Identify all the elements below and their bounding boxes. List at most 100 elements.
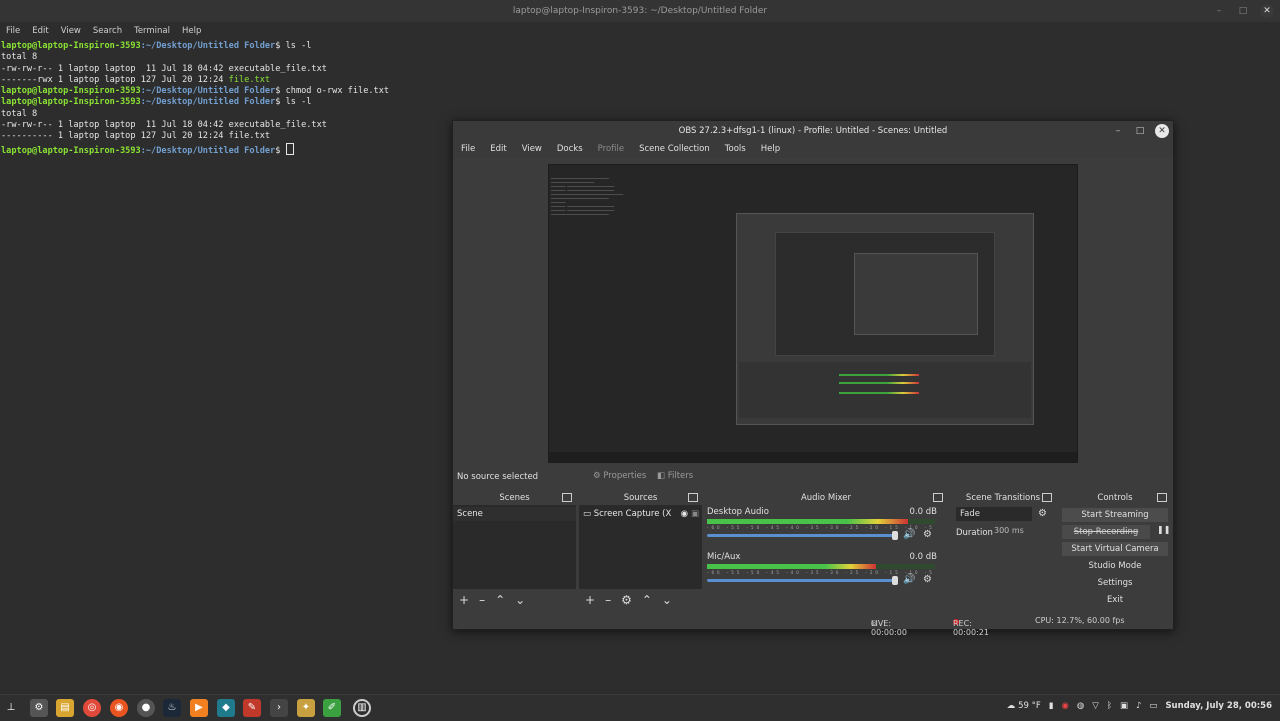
gear-icon: ⚙ [593, 471, 601, 481]
speaker-icon[interactable]: 🔊 [903, 529, 915, 540]
system-tray: ☁ 59 °F ▮ ◉ ◍ ▽ ᛒ ▣ ♪ ▭ Sunday, July 28,… [1007, 701, 1272, 711]
obs-menu-help[interactable]: Help [753, 141, 787, 158]
settings-app-icon[interactable]: ⚙ [30, 699, 48, 717]
preview-canvas[interactable]: ──────────────────────────────── ───────… [548, 164, 1078, 463]
volume-slider[interactable] [707, 531, 898, 540]
battery-icon[interactable]: ▭ [1149, 701, 1157, 711]
obs-menu-profile[interactable]: Profile [590, 141, 631, 158]
mixer-header: Audio Mixer [800, 493, 852, 503]
undock-icon[interactable] [933, 493, 943, 502]
exit-button[interactable]: Exit [1062, 593, 1168, 607]
menu-terminal[interactable]: Terminal [128, 22, 176, 40]
files-icon[interactable]: ▤ [56, 699, 74, 717]
mixer-channel-mic: Mic/Aux 0.0 dB -60 -55 -50 -45 -40 -35 -… [707, 552, 937, 585]
no-source-label: No source selected [457, 472, 539, 482]
shield-icon[interactable]: ▽ [1092, 701, 1099, 711]
undock-icon[interactable] [688, 493, 698, 502]
tool-icon[interactable]: ✦ [297, 699, 315, 717]
close-icon[interactable]: ✕ [1155, 124, 1169, 138]
trash-icon[interactable]: ▮ [1049, 701, 1054, 711]
nested-docks [739, 362, 1031, 418]
volume-icon[interactable]: ♪ [1136, 701, 1141, 711]
weather-widget[interactable]: ☁ 59 °F [1007, 701, 1041, 711]
properties-button[interactable]: ⚙ Properties [593, 471, 646, 481]
obs-menu-file[interactable]: File [453, 141, 482, 158]
code-icon[interactable]: ◆ [217, 699, 235, 717]
source-toolbar: No source selected ⚙ Properties ◧ Filter… [453, 468, 1173, 488]
gear-icon[interactable]: ⚙ [923, 529, 932, 540]
obs-menu-edit[interactable]: Edit [482, 141, 513, 158]
gear-icon[interactable]: ⚙ [621, 593, 632, 607]
gear-icon[interactable]: ⚙ [1038, 508, 1047, 519]
obs-menu-view[interactable]: View [514, 141, 549, 158]
eye-icon[interactable]: ◉ [681, 507, 688, 521]
bluetooth-icon[interactable]: ᛒ [1107, 701, 1112, 711]
obs-menu-tools[interactable]: Tools [717, 141, 753, 158]
menu-file[interactable]: File [0, 22, 26, 40]
move-down-icon[interactable]: ⌄ [515, 593, 525, 607]
duration-input[interactable]: 300 ms [994, 524, 1044, 538]
obs-menu-scene-collection[interactable]: Scene Collection [631, 141, 717, 158]
maximize-icon[interactable]: □ [1236, 4, 1250, 18]
menu-icon[interactable]: ⊥ [2, 699, 20, 717]
move-down-icon[interactable]: ⌄ [662, 593, 672, 607]
media-player-icon[interactable]: ▶ [190, 699, 208, 717]
speaker-icon[interactable]: 🔊 [903, 574, 915, 585]
studio-mode-button[interactable]: Studio Mode [1062, 559, 1168, 573]
undock-icon[interactable] [562, 493, 572, 502]
transitions-header: Scene Transitions [965, 493, 1041, 503]
start-streaming-button[interactable]: Start Streaming [1062, 508, 1168, 522]
undock-icon[interactable] [1157, 493, 1167, 502]
minimize-icon[interactable]: – [1111, 124, 1125, 138]
lock-icon[interactable]: ▣ [691, 507, 699, 521]
channel-name: Desktop Audio [707, 507, 769, 517]
minimize-icon[interactable]: – [1212, 4, 1226, 18]
mixer-channel-desktop: Desktop Audio 0.0 dB -60 -55 -50 -45 -40… [707, 507, 937, 540]
undock-icon[interactable] [1042, 493, 1052, 502]
preview-taskbar [549, 452, 1077, 462]
menu-view[interactable]: View [55, 22, 87, 40]
obs-menu-bar: File Edit View Docks Profile Scene Colle… [453, 141, 1173, 158]
transition-select[interactable]: Fade [956, 507, 1032, 521]
maximize-icon[interactable]: □ [1133, 124, 1147, 138]
add-icon[interactable]: + [585, 593, 595, 607]
channel-db: 0.0 dB [909, 552, 937, 562]
gear-icon[interactable]: ⚙ [923, 574, 932, 585]
start-virtual-camera-button[interactable]: Start Virtual Camera [1062, 542, 1168, 556]
chrome-icon[interactable]: ◎ [83, 699, 101, 717]
menu-search[interactable]: Search [87, 22, 128, 40]
scenes-dock: Scenes Scene + – ⌃ ⌄ [453, 491, 576, 611]
filters-button[interactable]: ◧ Filters [657, 471, 693, 481]
nested-preview [775, 232, 995, 356]
steam-icon[interactable]: ♨ [163, 699, 181, 717]
clock[interactable]: Sunday, July 28, 00:56 [1165, 701, 1272, 711]
network-icon[interactable]: ▣ [1120, 701, 1128, 711]
workspace-icon[interactable]: ▥ [353, 699, 371, 717]
menu-help[interactable]: Help [176, 22, 207, 40]
duration-label: Duration [956, 528, 993, 538]
terminal-icon[interactable]: › [270, 699, 288, 717]
pen-icon[interactable]: ✐ [323, 699, 341, 717]
terminal-output[interactable]: laptop@laptop-Inspiron-3593:~/Desktop/Un… [1, 41, 389, 157]
scene-item[interactable]: Scene [453, 507, 576, 521]
obs-menu-docks[interactable]: Docks [549, 141, 590, 158]
editor-icon[interactable]: ✎ [243, 699, 261, 717]
settings-button[interactable]: Settings [1062, 576, 1168, 590]
channel-db: 0.0 dB [909, 507, 937, 517]
move-up-icon[interactable]: ⌃ [495, 593, 505, 607]
move-up-icon[interactable]: ⌃ [642, 593, 652, 607]
obs-icon[interactable]: ● [137, 699, 155, 717]
remove-icon[interactable]: – [479, 593, 485, 607]
close-icon[interactable]: ✕ [1260, 4, 1274, 18]
update-icon[interactable]: ◍ [1077, 701, 1084, 711]
remove-icon[interactable]: – [605, 593, 611, 607]
status-bar: ⦾ LIVE: 00:00:00 REC: 00:00:21 CPU: 12.7… [871, 616, 1125, 637]
add-icon[interactable]: + [459, 593, 469, 607]
menu-edit[interactable]: Edit [26, 22, 54, 40]
stop-recording-button[interactable]: Stop Recording [1062, 525, 1150, 539]
volume-slider[interactable] [707, 576, 898, 585]
source-item[interactable]: ▭ Screen Capture (X ◉ ▣ [579, 507, 702, 521]
recording-icon[interactable]: ◉ [1061, 701, 1068, 711]
pause-icon[interactable]: ❚❚ [1157, 525, 1170, 534]
ubuntu-icon[interactable]: ◉ [110, 699, 128, 717]
